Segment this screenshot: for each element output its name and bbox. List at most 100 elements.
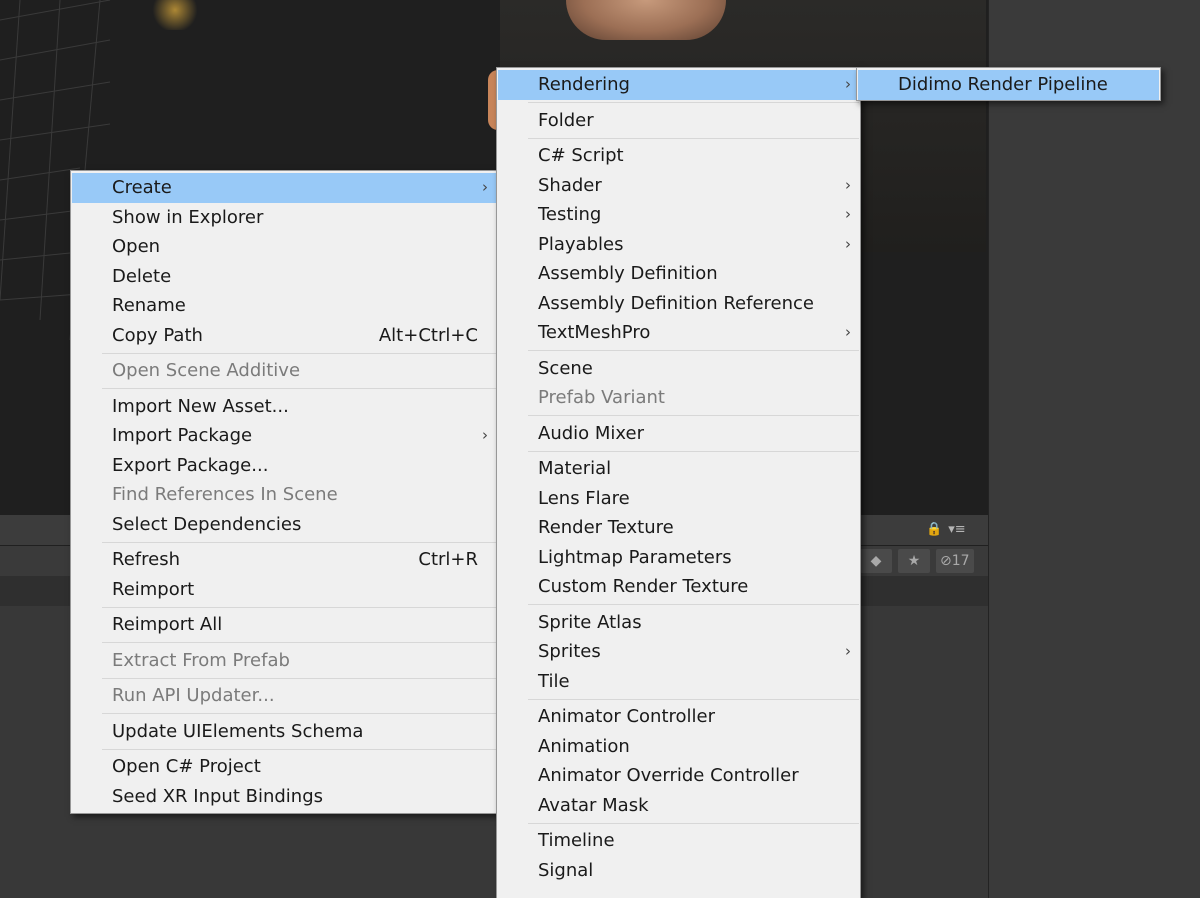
menu-item-lightmap-parameters[interactable]: Lightmap Parameters [498, 543, 859, 573]
menu-item-label: Animation [538, 735, 630, 757]
menu-item-sprite-atlas[interactable]: Sprite Atlas [498, 608, 859, 638]
chevron-right-icon: › [845, 205, 851, 223]
menu-item-label: Import New Asset... [112, 395, 289, 417]
menu-item-create[interactable]: Create › [72, 173, 496, 203]
menu-separator [528, 822, 859, 824]
menu-item-shader[interactable]: Shader › [498, 171, 859, 201]
menu-separator [528, 604, 859, 605]
menu-item-label: Folder [538, 109, 594, 131]
menu-item-seed-xr-input-bindings[interactable]: Seed XR Input Bindings [72, 782, 496, 812]
character-model [566, 0, 726, 40]
menu-item-label: Open C# Project [112, 756, 261, 777]
menu-item-assembly-definition[interactable]: Assembly Definition [498, 259, 859, 289]
menu-item-copy-path[interactable]: Copy Path Alt+Ctrl+C [72, 321, 496, 351]
menu-item-label: Refresh [112, 549, 180, 570]
menu-item-label: Select Dependencies [112, 513, 302, 535]
hidden-count: 17 [951, 553, 970, 569]
menu-item-label: TextMeshPro [538, 322, 651, 343]
menu-item-import-new-asset[interactable]: Import New Asset... [72, 392, 496, 422]
menu-item-show-in-explorer[interactable]: Show in Explorer [72, 203, 496, 233]
chevron-right-icon: › [845, 175, 851, 194]
menu-item-signal[interactable]: Signal [498, 856, 859, 886]
menu-item-label: Signal [538, 859, 594, 881]
menu-item-assembly-definition-reference[interactable]: Assembly Definition Reference [498, 289, 859, 319]
menu-item-testing[interactable]: Testing › [498, 200, 859, 230]
menu-item-label: Copy Path [112, 324, 203, 346]
menu-item-label: C# Script [538, 145, 624, 166]
menu-separator [528, 415, 859, 416]
menu-item-prefab-variant: Prefab Variant [498, 383, 859, 413]
menu-item-reimport-all[interactable]: Reimport All [72, 610, 496, 640]
lock-icon[interactable]: 🔒 [926, 522, 942, 537]
eye-slash-icon: ⊘ [940, 553, 952, 569]
menu-item-export-package[interactable]: Export Package... [72, 451, 496, 481]
menu-item-label: Material [538, 458, 612, 479]
menu-item-delete[interactable]: Delete [72, 262, 496, 292]
menu-item-timeline[interactable]: Timeline [498, 826, 859, 856]
menu-item-rendering[interactable]: Rendering › [498, 70, 859, 100]
menu-item-extract-from-prefab: Extract From Prefab [72, 646, 496, 676]
menu-separator [102, 713, 496, 714]
menu-item-label: Scene [538, 357, 593, 379]
rendering-submenu: Didimo Render Pipeline [856, 67, 1161, 101]
menu-item-label: Custom Render Texture [538, 576, 749, 597]
menu-item-open[interactable]: Open [72, 232, 496, 262]
menu-item-label: Didimo Render Pipeline [898, 74, 1108, 95]
menu-item-update-uielements-schema[interactable]: Update UIElements Schema [72, 717, 496, 747]
menu-item-label: Reimport [112, 578, 195, 600]
menu-item-reimport[interactable]: Reimport [72, 575, 496, 605]
menu-item-lens-flare[interactable]: Lens Flare [498, 484, 859, 514]
menu-item-label: Testing [538, 204, 602, 225]
menu-item-find-references-in-scene: Find References In Scene [72, 480, 496, 510]
menu-separator [528, 450, 859, 452]
menu-separator [528, 102, 859, 103]
menu-item-run-api-updater: Run API Updater... [72, 681, 496, 711]
panel-menu-icon[interactable]: ▾≡ [948, 522, 965, 537]
menu-item-didimo-render-pipeline[interactable]: Didimo Render Pipeline [858, 70, 1159, 100]
menu-item-scene[interactable]: Scene [498, 354, 859, 384]
menu-item-label: Tile [538, 670, 570, 692]
menu-item-c-script[interactable]: C# Script [498, 141, 859, 171]
menu-item-label: Export Package... [112, 454, 269, 476]
menu-separator [528, 137, 859, 139]
menu-item-label: Assembly Definition Reference [538, 292, 815, 314]
chevron-right-icon: › [845, 234, 851, 253]
menu-item-import-package[interactable]: Import Package › [72, 421, 496, 451]
menu-item-open-c-project[interactable]: Open C# Project [72, 752, 496, 782]
menu-item-label: Lens Flare [538, 487, 630, 509]
menu-item-tile[interactable]: Tile [498, 667, 859, 697]
menu-item-label: Extract From Prefab [112, 649, 290, 671]
light-glow [150, 0, 200, 30]
menu-item-label: Prefab Variant [538, 387, 665, 408]
menu-item-sprites[interactable]: Sprites › [498, 637, 859, 667]
favorite-star-icon[interactable]: ★ [898, 549, 930, 573]
menu-item-select-dependencies[interactable]: Select Dependencies [72, 510, 496, 540]
menu-item-avatar-mask[interactable]: Avatar Mask [498, 791, 859, 821]
filter-by-label-icon[interactable]: ◆ [860, 549, 892, 573]
menu-separator [528, 698, 859, 700]
menu-item-shortcut: Ctrl+R [418, 549, 478, 570]
menu-item-animator-override-controller[interactable]: Animator Override Controller [498, 761, 859, 791]
menu-item-material[interactable]: Material [498, 454, 859, 484]
chevron-right-icon: › [845, 75, 851, 93]
menu-item-custom-render-texture[interactable]: Custom Render Texture [498, 572, 859, 602]
menu-item-playables[interactable]: Playables › [498, 230, 859, 260]
menu-item-folder[interactable]: Folder [498, 106, 859, 136]
menu-item-textmeshpro[interactable]: TextMeshPro › [498, 318, 859, 348]
menu-item-label: Lightmap Parameters [538, 546, 732, 568]
context-menu: Create › Show in Explorer Open Delete Rename C… [70, 170, 498, 814]
menu-item-render-texture[interactable]: Render Texture [498, 513, 859, 543]
menu-separator [102, 352, 496, 354]
menu-item-audio-mixer[interactable]: Audio Mixer [498, 419, 859, 449]
menu-item-refresh[interactable]: Refresh Ctrl+R [72, 545, 496, 575]
menu-item-animation[interactable]: Animation [498, 732, 859, 762]
menu-item-animator-controller[interactable]: Animator Controller [498, 702, 859, 732]
hidden-packages-toggle[interactable]: ⊘ 17 [936, 549, 974, 573]
menu-item-rename[interactable]: Rename [72, 291, 496, 321]
menu-item-label: Open Scene Additive [112, 360, 301, 381]
chevron-right-icon: › [845, 642, 851, 660]
chevron-right-icon: › [482, 426, 488, 444]
menu-item-label: Show in Explorer [112, 206, 264, 228]
menu-item-label: Open [112, 236, 161, 257]
menu-separator [102, 388, 496, 389]
